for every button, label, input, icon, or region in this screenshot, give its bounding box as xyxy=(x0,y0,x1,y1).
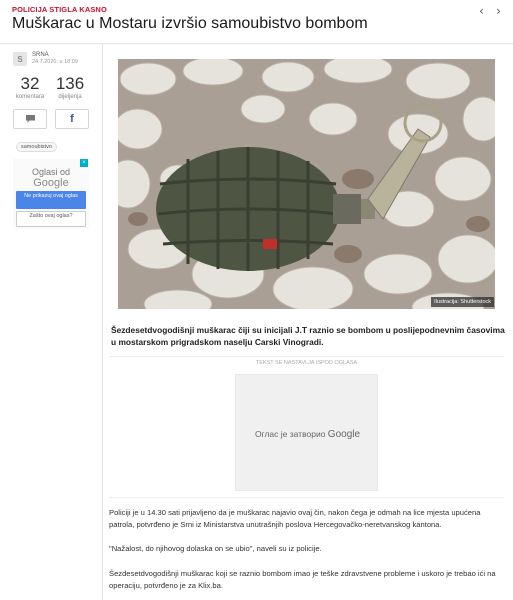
closed-ad-google-label: Google xyxy=(327,429,361,440)
shares-stat: 136 dijeljenja xyxy=(50,75,90,101)
ad-close-icon[interactable]: × xyxy=(80,159,88,167)
next-article-button[interactable]: › xyxy=(490,3,507,18)
rocks-and-grenade-illustration xyxy=(118,59,495,309)
facebook-icon: f xyxy=(70,113,74,125)
ad-label: Oglasi od xyxy=(31,167,71,177)
chevron-left-icon: ‹ xyxy=(479,3,484,18)
source-logo: S xyxy=(13,52,27,66)
publish-date: 24.7.2020. u 18:09 xyxy=(32,59,78,65)
closed-ad-text: Oглас је затворио xyxy=(254,429,326,439)
comments-count: 32 xyxy=(20,74,40,93)
article-paragraph: Šezdesetdvogodišnji muškarac koji se raz… xyxy=(109,569,496,590)
article-stats: 32 komentara 136 dijeljenja xyxy=(10,75,90,101)
sidebar-ad: × Oglasi od Google Ne prikazuj ovaj ogla… xyxy=(13,159,89,229)
comment-icon xyxy=(25,115,35,123)
article-paragraph: Policiji je u 14.30 sati prijavljeno da … xyxy=(109,508,481,529)
stop-ad-button[interactable]: Ne prikazuj ovaj oglas xyxy=(16,191,86,209)
article-photo: Ilustracija: Shutterstock xyxy=(109,50,504,318)
source-name[interactable]: SRNA xyxy=(32,52,78,59)
ad-google-label: Google xyxy=(33,177,69,189)
article-header: POLICIJA STIGLA KASNO Muškarac u Mostaru… xyxy=(0,0,513,44)
image-credit: Ilustracija: Shutterstock xyxy=(431,297,494,307)
article-paragraph: "Nažalost, do njihovog dolaska on se ubi… xyxy=(109,544,322,553)
ad-notice: TEKST SE NASTAVLJA ISPOD OGLASA xyxy=(109,356,504,366)
chevron-right-icon: › xyxy=(496,3,501,18)
article-sidebar: S SRNA 24.7.2020. u 18:09 32 komentara 1… xyxy=(0,44,103,600)
grenade-image: Ilustracija: Shutterstock xyxy=(118,59,495,309)
previous-article-button[interactable]: ‹ xyxy=(473,3,490,18)
content-divider xyxy=(109,497,504,498)
comments-stat[interactable]: 32 komentara xyxy=(10,75,50,101)
closed-ad-message: Oглас је затворио Google xyxy=(236,429,379,440)
comments-label: komentara xyxy=(15,94,45,100)
closed-ad-box: Oглас је затворио Google xyxy=(235,374,378,491)
why-ad-button[interactable]: Zašto ovaj oglas? xyxy=(16,211,86,227)
article-title: Muškarac u Mostaru izvršio samoubistvo b… xyxy=(12,15,368,32)
article-kicker[interactable]: POLICIJA STIGLA KASNO xyxy=(12,5,107,14)
article-navigation: ‹ › xyxy=(473,3,507,18)
tag-samoubistvo[interactable]: samoubistvo xyxy=(16,142,57,152)
shares-label: dijeljenja xyxy=(58,94,82,100)
facebook-share-button[interactable]: f xyxy=(55,109,89,129)
article-lead: Šezdesetdvogodišnji muškarac čiji su ini… xyxy=(111,325,505,347)
shares-count: 136 xyxy=(55,74,85,93)
source-info: S SRNA 24.7.2020. u 18:09 xyxy=(13,52,78,66)
comment-button[interactable] xyxy=(13,109,47,129)
